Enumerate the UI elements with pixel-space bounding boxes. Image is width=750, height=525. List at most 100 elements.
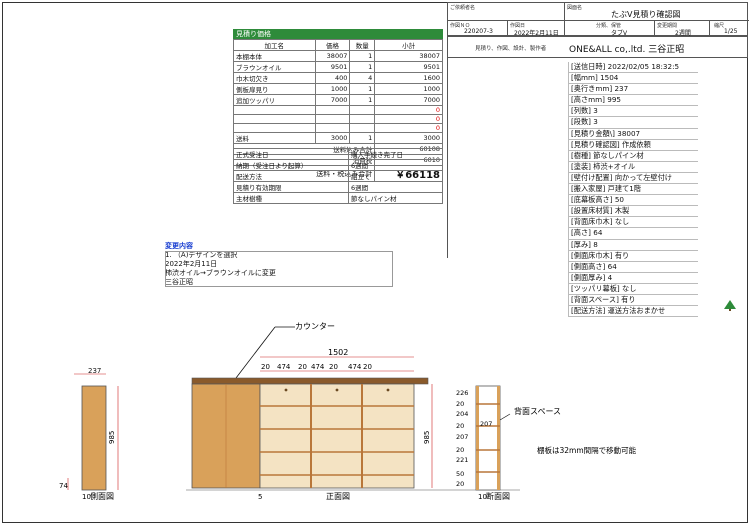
section-height-dim: 226 <box>456 389 468 397</box>
info-item: [高さ] 64 <box>568 228 698 240</box>
spec-table: 正式受注日 購入手続き完了日 納期（受注日より起算） 6週間 配送方法 組立て 見積り有効期… <box>233 148 443 204</box>
drawing-name-label: 図面名 <box>567 5 583 11</box>
date-cell: 作図日 2022年2月11日 <box>508 21 565 37</box>
price-cell-subtotal: 0 <box>374 123 443 133</box>
col-header-qty: 数量 <box>349 39 376 51</box>
spec-row: 納期（受注日より起算） 6週間 <box>233 159 443 171</box>
price-cell-name <box>233 105 316 115</box>
order-no-cell: 作図ＮＯ 220207-3 <box>448 21 508 37</box>
counter-top <box>191 377 429 385</box>
spec-label: 主材樹種 <box>233 192 349 204</box>
spec-value: 6週間 <box>348 181 443 193</box>
price-cell-subtotal: 38007 <box>374 50 443 62</box>
info-item: [厚み] 8 <box>568 239 698 251</box>
price-cell-subtotal: 1600 <box>374 72 443 84</box>
price-cell-price <box>314 105 351 115</box>
price-cell-subtotal: 1000 <box>374 83 443 95</box>
info-item: [見積り確認図] 作成依頼 <box>568 139 698 151</box>
technical-drawing: カウンター 237 985 74 10 側面図 1502 20 474 20 474 2… <box>59 322 637 501</box>
price-cell-price: 38007 <box>314 50 351 62</box>
info-item: [背面床巾木] なし <box>568 217 698 229</box>
price-cell-name <box>233 123 316 133</box>
price-cell-qty: 4 <box>349 72 376 84</box>
price-cell-subtotal: 0 <box>374 114 443 124</box>
price-row: 0 <box>233 123 443 133</box>
price-cell-name: 送料 <box>233 132 316 144</box>
top-segment-dim: 20 <box>329 363 338 371</box>
front-shelf-unit <box>259 383 415 489</box>
front-height-dim: 985 <box>423 431 431 444</box>
spec-label: 見積り有効期限 <box>233 181 349 193</box>
side-baseboard-dim: 74 <box>59 482 68 490</box>
price-cell-qty: 1 <box>349 83 376 95</box>
change-title: 変更内容 <box>165 242 193 250</box>
front-view-label: 正面図 <box>326 492 350 501</box>
info-item: [送信日時] 2022/02/05 18:32:5 <box>568 62 698 74</box>
spec-row: 見積り有効期限 6週間 <box>233 181 443 193</box>
spec-row: 正式受注日 購入手続き完了日 <box>233 148 443 160</box>
front-bottom-dim: 5 <box>258 493 262 501</box>
spec-row: 主材樹種 節なしパイン材 <box>233 192 443 204</box>
scale: 1/25 <box>724 28 738 35</box>
top-segment-dim: 20 <box>298 363 307 371</box>
side-view-label: 側面図 <box>90 491 114 501</box>
price-cell-qty <box>349 114 376 124</box>
info-item: [塗装] 柿渋+オイル <box>568 161 698 173</box>
drawing-name: たぶV見積り確認図 <box>611 10 681 19</box>
title-block: ご依頼者名 図面名 たぶV見積り確認図 作図ＮＯ 220207-3 作図日 20… <box>447 2 749 37</box>
counter-callout: カウンター <box>295 322 335 331</box>
info-item: [ツッパリ幕板] なし <box>568 283 698 295</box>
section-height-dim: 20 <box>456 400 464 408</box>
spec-label: 納期（受注日より起算） <box>233 159 349 171</box>
drawer-knob <box>284 388 288 392</box>
info-item: [側面床巾木] 有り <box>568 250 698 262</box>
info-item: [見積り金額\] 38007 <box>568 128 698 140</box>
price-cell-qty <box>349 105 376 115</box>
price-cell-qty: 1 <box>349 132 376 144</box>
price-row: 送料 3000 1 3000 <box>233 132 443 144</box>
price-cell-subtotal: 7000 <box>374 94 443 106</box>
col-header-price: 価格 <box>314 39 351 51</box>
info-item: [設置床材質] 木製 <box>568 206 698 218</box>
info-item: [搬入家屋] 戸建て1階 <box>568 184 698 196</box>
category-cell: 分類、保管 タブV <box>565 21 655 37</box>
info-item: [側面厚み] 4 <box>568 272 698 284</box>
price-cell-price: 9501 <box>314 61 351 73</box>
section-height-dim: 20 <box>456 446 464 454</box>
price-cell-price <box>314 123 351 133</box>
scale-cell: 縮尺 1/25 <box>710 21 749 37</box>
side-depth-dim: 237 <box>88 367 101 375</box>
price-cell-price <box>314 114 351 124</box>
section-height-dim: 20 <box>456 480 464 488</box>
top-segment-dim: 474 <box>311 363 325 371</box>
change-box <box>165 251 393 287</box>
customer-cell: ご依頼者名 <box>448 3 565 21</box>
spec-row: 配送方法 組立て <box>233 170 443 182</box>
info-item: [樹種] 節なしパイン材 <box>568 150 698 162</box>
spec-value: 節なしパイン材 <box>348 192 443 204</box>
top-segment-dim: 20 <box>363 363 372 371</box>
left-rule <box>447 58 567 258</box>
section-view-label: 断面図 <box>486 491 510 501</box>
price-row: 側板扉見り 1000 1 1000 <box>233 83 443 95</box>
top-segment-dim: 474 <box>348 363 362 371</box>
spec-label: 正式受注日 <box>233 148 349 160</box>
info-item: [段数] 3 <box>568 117 698 129</box>
top-segment-dim: 20 <box>261 363 270 371</box>
back-space-label: 背面スペース <box>514 406 561 416</box>
section-view-body <box>475 385 501 491</box>
section-height-dim: 204 <box>456 410 468 418</box>
price-table-title: 見積り価格 <box>233 29 443 39</box>
spec-value: 組立て <box>348 170 443 182</box>
price-cell-price: 3000 <box>314 132 351 144</box>
price-cell-price: 7000 <box>314 94 351 106</box>
col-header-subtotal: 小計 <box>374 39 443 51</box>
price-cell-price: 1000 <box>314 83 351 95</box>
price-cell-subtotal: 9501 <box>374 61 443 73</box>
price-cell-name: 巾木切欠き <box>233 72 316 84</box>
section-height-dim: 221 <box>456 456 468 464</box>
spec-value: 6週間 <box>348 159 443 171</box>
info-item: [高さmm] 995 <box>568 95 698 107</box>
price-cell-qty: 1 <box>349 61 376 73</box>
info-item: [幅mm] 1504 <box>568 73 698 85</box>
